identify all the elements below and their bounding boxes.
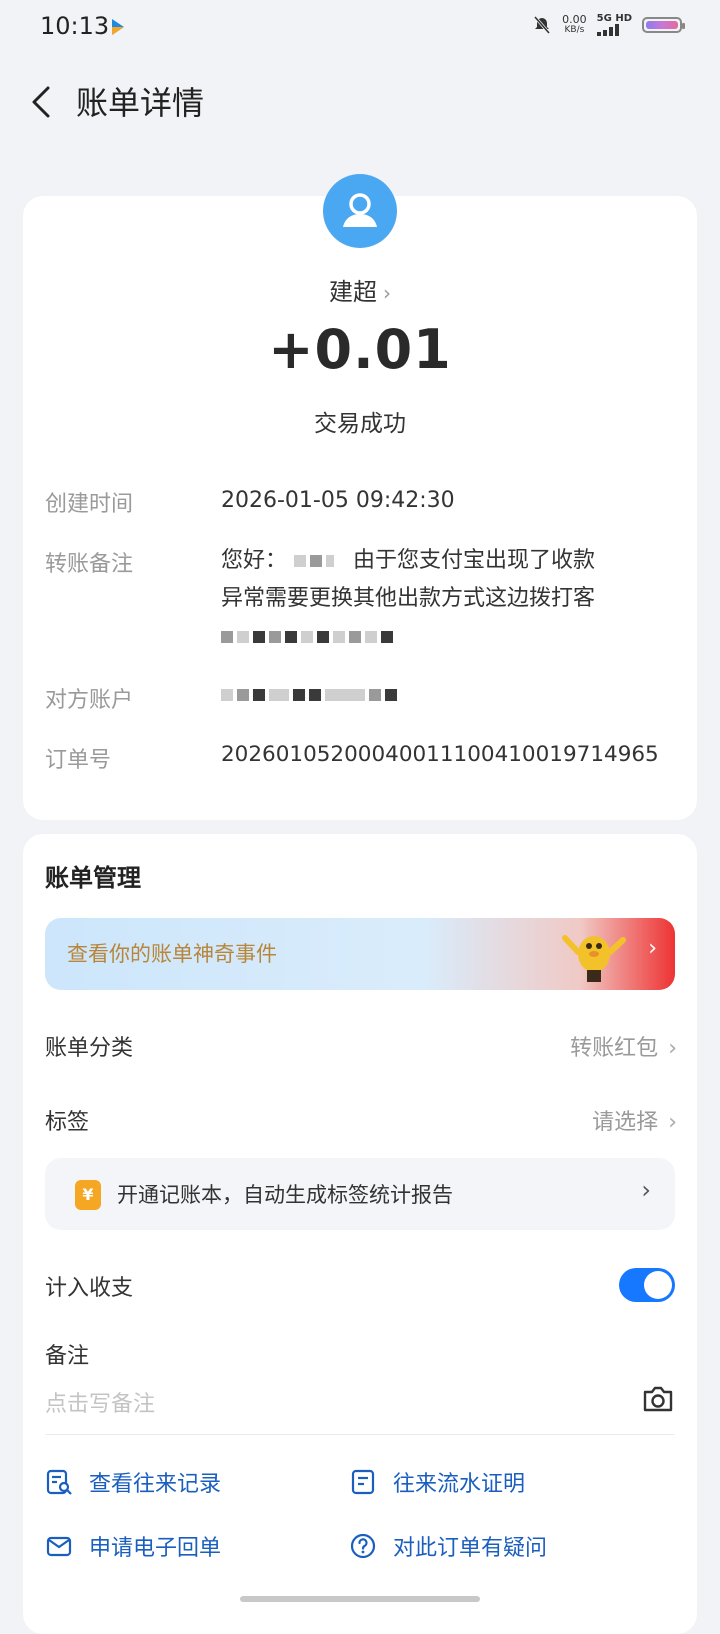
battery-icon bbox=[642, 17, 685, 33]
mail-icon bbox=[46, 1536, 72, 1557]
account-value-redacted bbox=[221, 676, 681, 714]
order-question-link[interactable]: 对此订单有疑问 bbox=[349, 1530, 547, 1562]
redacted-mosaic bbox=[294, 542, 338, 580]
records-search-icon bbox=[46, 1469, 72, 1495]
avatar[interactable] bbox=[323, 174, 397, 248]
status-icons: 0.00 KB/s 5G HD bbox=[532, 13, 685, 36]
signal-indicator: 5G HD bbox=[596, 14, 632, 36]
e-receipt-link[interactable]: 申请电子回单 bbox=[45, 1530, 221, 1562]
ledger-tip-banner[interactable]: ¥ 开通记账本，自动生成标签统计报告 › bbox=[45, 1158, 675, 1230]
order-number-value: 20260105200040011100410019714965 bbox=[221, 742, 659, 767]
question-circle-icon bbox=[350, 1533, 376, 1559]
chevron-right-icon: › bbox=[648, 936, 657, 961]
section-title: 账单管理 bbox=[45, 864, 141, 892]
memo-line-1: 您好： 由于您支付宝出现了收款 bbox=[221, 542, 681, 580]
payee-name: 建超 bbox=[329, 278, 377, 306]
memo-value: 您好： 由于您支付宝出现了收款 异常需要更换其他出款方式这边拨打客 bbox=[221, 542, 681, 656]
bill-management-card: 账单管理 查看你的账单神奇事件 › 账单分类 转账红包 › 标签 请选择 › ¥ 开… bbox=[23, 834, 697, 1634]
chevron-right-icon: › bbox=[383, 281, 391, 305]
divider bbox=[45, 1434, 675, 1435]
document-icon bbox=[351, 1469, 375, 1495]
account-label: 对方账户 bbox=[45, 688, 134, 713]
ledger-yen-icon: ¥ bbox=[75, 1180, 101, 1210]
user-icon bbox=[343, 193, 377, 227]
category-selector[interactable]: 转账红包 › bbox=[570, 1030, 677, 1062]
income-expense-toggle[interactable] bbox=[619, 1268, 675, 1302]
page-title: 账单详情 bbox=[76, 84, 205, 122]
back-icon[interactable] bbox=[26, 84, 62, 120]
view-history-link[interactable]: 查看往来记录 bbox=[45, 1466, 221, 1498]
order-number-label: 订单号 bbox=[45, 748, 112, 773]
order-question-label: 对此订单有疑问 bbox=[393, 1536, 548, 1561]
tag-label: 标签 bbox=[45, 1110, 90, 1135]
memo-line-3-redacted bbox=[221, 618, 681, 656]
home-indicator[interactable] bbox=[240, 1596, 480, 1602]
e-receipt-label: 申请电子回单 bbox=[89, 1536, 222, 1561]
memo-section-label: 备注 bbox=[45, 1344, 90, 1369]
memo-line-2: 异常需要更换其他出款方式这边拨打客 bbox=[221, 586, 596, 611]
mute-bell-icon bbox=[534, 16, 551, 34]
statement-proof-link[interactable]: 往来流水证明 bbox=[349, 1466, 525, 1498]
chevron-right-icon: › bbox=[668, 1036, 677, 1061]
category-label: 账单分类 bbox=[45, 1036, 134, 1061]
signal-bars-icon bbox=[596, 24, 632, 36]
transaction-status: 交易成功 bbox=[314, 411, 406, 437]
camera-icon[interactable] bbox=[641, 1384, 675, 1414]
chevron-right-icon: › bbox=[668, 1110, 677, 1135]
view-history-label: 查看往来记录 bbox=[89, 1472, 222, 1497]
category-value: 转账红包 bbox=[570, 1036, 659, 1061]
mascot-figure-icon bbox=[562, 935, 626, 982]
app-notification-icon bbox=[112, 19, 124, 35]
status-time: 10:13 bbox=[40, 12, 110, 40]
created-time-label: 创建时间 bbox=[45, 492, 134, 517]
chevron-right-icon: › bbox=[641, 1176, 651, 1204]
network-speed: 0.00 KB/s bbox=[562, 13, 587, 35]
memo-input[interactable]: 点击写备注 bbox=[45, 1386, 155, 1418]
statement-proof-label: 往来流水证明 bbox=[393, 1472, 526, 1497]
tag-value: 请选择 bbox=[592, 1110, 659, 1135]
banner-text: 查看你的账单神奇事件 bbox=[67, 942, 277, 966]
ledger-tip-text: 开通记账本，自动生成标签统计报告 bbox=[117, 1183, 453, 1207]
promo-banner[interactable]: 查看你的账单神奇事件 › bbox=[45, 918, 675, 990]
created-time-value: 2026-01-05 09:42:30 bbox=[221, 488, 455, 513]
amount: +0.01 bbox=[268, 318, 452, 381]
payee-link[interactable]: 建超 › bbox=[23, 272, 697, 307]
bill-summary-card: 建超 › +0.01 交易成功 创建时间 2026-01-05 09:42:30 … bbox=[23, 174, 697, 820]
memo-label: 转账备注 bbox=[45, 552, 134, 577]
income-expense-label: 计入收支 bbox=[45, 1276, 134, 1301]
tag-selector[interactable]: 请选择 › bbox=[592, 1104, 677, 1136]
